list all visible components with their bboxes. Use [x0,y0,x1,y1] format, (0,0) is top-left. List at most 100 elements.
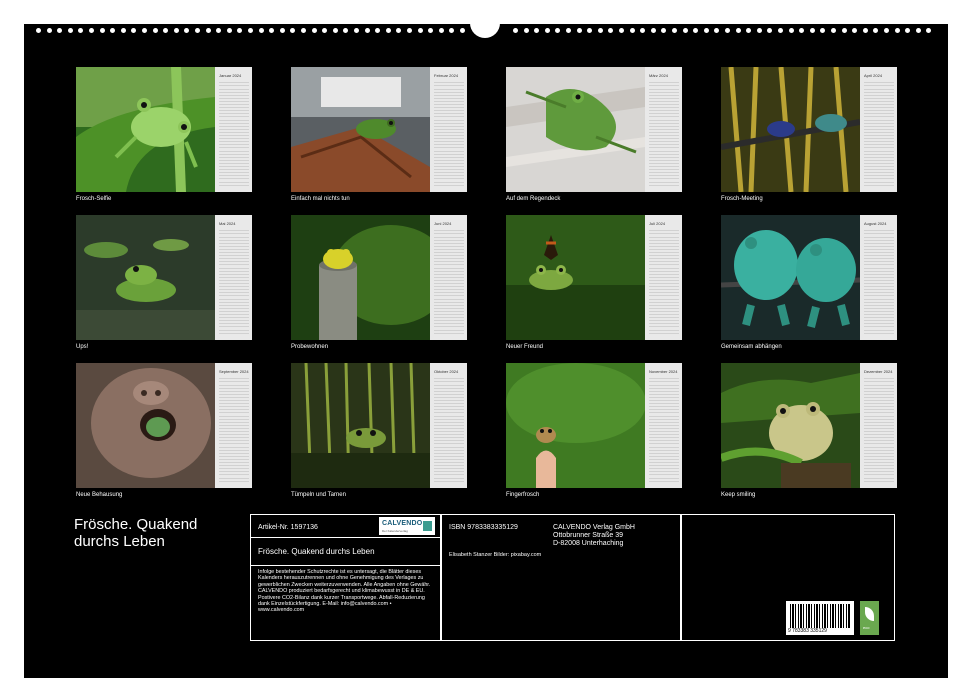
binding-hole [597,28,603,33]
binding-hole [258,28,264,33]
month-name: Juli 2024 [649,221,666,226]
binding-hole [428,28,434,33]
author-credit: Elisabeth Stanzer Bilder: pixabay.com [449,552,542,558]
binding-hole [396,28,402,33]
binding-hole [915,28,921,33]
month-thumbnail-september: September 2024 Neue Behausung [76,363,252,498]
binding-hole [629,28,635,33]
frog-photo [721,67,860,192]
frog-photo [721,215,860,340]
frog-photo [291,363,430,488]
month-name: März 2024 [649,73,668,78]
binding-hole [385,28,391,33]
month-caption: Ups! [76,344,89,350]
binding-hole [566,28,571,33]
binding-hole [375,28,381,33]
binding-hole [640,28,646,33]
month-caption: Gemeinsam abhängen [721,344,782,350]
frog-photo [506,67,645,192]
binding-hole [343,28,349,33]
month-thumbnail-januar: Januar 2024 Frosch-Selfie [76,67,252,202]
month-thumbnail-februar: Februar 2024 Einfach mal nichts tun [291,67,467,202]
month-caption: Keep smiling [721,492,756,498]
binding-hole [799,28,805,33]
month-thumbnail-august: August 2024 Gemeinsam abhängen [721,215,897,350]
binding-hole [650,28,656,33]
binding-hole [693,28,699,33]
isbn: ISBN 9783383335129 [449,524,518,531]
binding-hole [809,28,815,33]
month-name: Januar 2024 [219,73,242,78]
month-caption: Neue Behausung [76,492,123,498]
month-caption: Fingerfrosch [506,492,540,498]
binding-hole [788,28,794,33]
month-thumbnail-november: November 2024 Fingerfrosch [506,363,682,498]
calendar-strip: April 2024 [860,67,897,192]
calendar-strip: Juni 2024 [430,215,467,340]
calendar-strip: September 2024 [215,363,252,488]
month-name: November 2024 [649,369,678,374]
month-thumbnail-april: April 2024 Frosch-Meeting [721,67,897,202]
frog-photo [76,67,215,192]
binding-hole [46,28,52,33]
publisher-address: CALVENDO Verlag GmbH Ottobrunner Straße … [553,524,635,547]
month-name: Dezember 2024 [864,369,893,374]
binding-hole [205,28,211,33]
month-name: April 2024 [864,73,883,78]
pig-photo [76,363,215,488]
binding-hole [587,28,593,33]
binding-hole [714,28,720,33]
binding-hole [767,28,773,33]
binding-hole [661,28,667,33]
legal-disclaimer: Infolge bestehender Schutzrechte ist es … [258,569,431,614]
calendar-strip: Februar 2024 [430,67,467,192]
binding-hole [873,28,879,33]
binding-hole [195,28,200,33]
binding-hole [67,28,73,33]
binding-hole [703,28,709,33]
frog-photo [721,363,860,488]
info-box: Artikel-Nr. 1597136 CALVENDO Der Kalende… [250,514,895,641]
binding-hole [449,28,455,33]
binding-hole [905,28,911,33]
month-thumbnail-oktober: Oktober 2024 Tümpeln und Tarnen [291,363,467,498]
binding-hole [163,28,169,33]
binding-hole [894,28,900,33]
binding-hole [110,28,116,33]
binding-hole [460,28,465,33]
binding-hole [778,28,783,33]
binding-hole [682,28,688,33]
frog-photo [291,67,430,192]
binding-hole [290,28,296,33]
calendar-strip: Januar 2024 [215,67,252,192]
binding-hole [831,28,836,33]
calendar-strip: Dezember 2024 [860,363,897,488]
binding-hole [523,28,529,33]
binding-hole [354,28,359,33]
calendar-strip: November 2024 [645,363,682,488]
month-caption: Frosch-Meeting [721,196,763,202]
calendar-title: Frösche. Quakend durchs Leben [74,516,198,550]
month-name: August 2024 [864,221,887,226]
binding-hole [269,28,275,33]
month-caption: Probewohnen [291,344,329,350]
binding-hole [619,28,624,33]
binding-hole [99,28,105,33]
month-thumbnail-maerz: März 2024 Auf dem Regendeck [506,67,682,202]
month-caption: Frosch-Selfie [76,196,112,202]
month-caption: Auf dem Regendeck [506,196,561,202]
barcode: 9 783383 335129 [786,601,854,635]
binding-hole [672,28,677,33]
binding-hole [173,28,179,33]
eco-leaf-icon [865,607,874,621]
binding-hole [184,28,190,33]
binding-hole [279,28,285,33]
binding-hole [841,28,847,33]
binding-hole [237,28,243,33]
product-title-line: Frösche. Quakend durchs Leben [258,547,375,556]
binding-hole [152,28,158,33]
month-name: Juni 2024 [434,221,452,226]
month-caption: Neuer Freund [506,344,544,350]
calendar-strip: Oktober 2024 [430,363,467,488]
binding-hole [57,28,63,33]
